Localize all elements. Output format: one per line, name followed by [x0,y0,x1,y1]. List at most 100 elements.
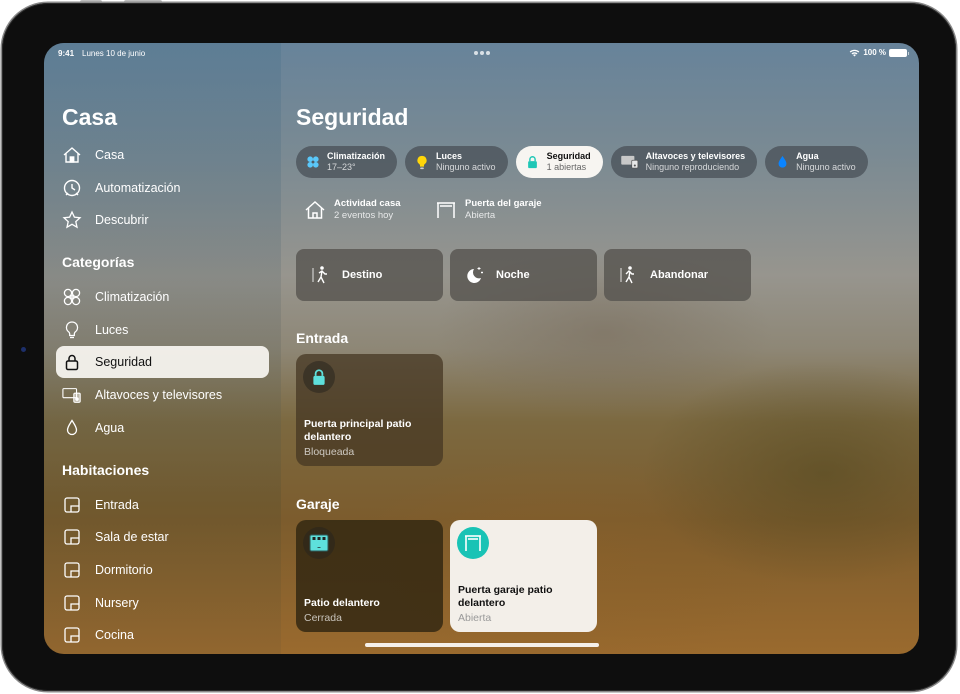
category-chips: Climatización 17–23° Luces Ninguno activo … [296,146,868,178]
tv-speaker-icon [620,154,640,170]
sidebar-item-label: Nursery [95,596,139,610]
lock-icon[interactable] [303,361,335,393]
sidebar-item-label: Luces [95,323,129,337]
tile-name: Patio delantero [304,597,380,609]
accessory-tile-patio-delantero[interactable]: Patio delantero Cerrada [296,520,443,632]
chip-climatizacion[interactable]: Climatización 17–23° [296,146,398,178]
sidebar-item-altavoces[interactable]: Altavoces y televisores [56,379,269,411]
fan-icon [305,154,321,170]
house-icon [305,200,325,219]
sidebar-item-label: Climatización [95,290,170,304]
chip-agua[interactable]: Agua Ninguno activo [765,146,868,178]
chip-status: Ninguno reproduciendo [645,162,740,172]
multitasking-dots[interactable] [474,51,490,55]
sidebar-item-cocina[interactable]: Cocina [56,619,269,651]
sidebar-item-sala-de-estar[interactable]: Sala de estar [56,521,269,553]
room-icon [61,559,83,581]
group-title-garaje: Garaje [296,496,340,512]
lock-icon [525,154,541,170]
summary-name: Actividad casa [334,198,401,209]
ipad-frame: 9:41 Lunes 10 de junio 100 % Casa Casa A… [2,3,956,691]
summary-status: 2 eventos hoy [334,210,394,221]
clock-icon [61,177,83,199]
drop-icon [774,154,790,170]
chip-status: 1 abiertas [546,162,587,172]
moon-icon [460,265,490,285]
group-title-entrada: Entrada [296,330,349,346]
sidebar-item-seguridad[interactable]: Seguridad [56,346,269,378]
scene-label: Noche [496,269,530,281]
tile-status: Abierta [458,612,492,624]
chip-name: Luces [436,151,463,161]
home-app-screen: 9:41 Lunes 10 de junio 100 % Casa Casa A… [44,43,919,654]
sidebar-item-descubrir[interactable]: Descubrir [56,204,269,236]
sidebar-item-climatizacion[interactable]: Climatización [56,281,269,313]
person-arrive-icon [306,265,336,285]
wifi-icon [850,49,860,57]
tile-status: Bloqueada [304,446,355,458]
sidebar-item-automatizacion[interactable]: Automatización [56,172,269,204]
sidebar-item-label: Automatización [95,181,181,195]
chip-altavoces[interactable]: Altavoces y televisores Ninguno reproduci… [610,146,758,178]
tv-speaker-icon [61,384,83,406]
sidebar-item-entrada[interactable]: Entrada [56,489,269,521]
home-indicator[interactable] [365,643,599,647]
sidebar-item-label: Altavoces y televisores [95,388,223,402]
summary-status: Abierta [465,210,496,221]
tile-name: Puerta garaje patio delantero [458,584,553,609]
summary-name: Puerta del garaje [465,198,542,209]
sidebar-item-label: Casa [95,148,125,162]
garage-open-icon[interactable] [457,527,489,559]
sidebar-item-casa[interactable]: Casa [56,139,269,171]
sidebar-item-nursery[interactable]: Nursery [56,587,269,619]
tile-name: Puerta principal patio delantero [304,418,412,443]
chip-name: Agua [796,151,819,161]
status-time: 9:41 [58,49,75,58]
chip-seguridad[interactable]: Seguridad 1 abiertas [515,146,603,178]
room-icon [61,592,83,614]
summary-actividad-casa[interactable]: Actividad casa 2 eventos hoy [304,198,401,222]
chip-status: Ninguno activo [796,162,856,172]
front-camera [21,347,26,352]
star-icon [61,209,83,231]
sidebar-item-agua[interactable]: Agua [56,412,269,444]
scene-abandonar[interactable]: Abandonar [604,249,751,301]
chip-name: Seguridad [546,151,591,161]
chip-luces[interactable]: Luces Ninguno activo [405,146,508,178]
house-icon [61,144,83,166]
person-leave-icon [614,265,644,285]
drop-icon [61,417,83,439]
sidebar-item-label: Agua [95,421,125,435]
lock-icon [61,351,83,373]
status-indicators: 100 % [849,48,909,57]
chip-name: Altavoces y televisores [645,151,746,161]
accessory-tile-puerta-garaje[interactable]: Puerta garaje patio delantero Abierta [450,520,597,632]
sidebar-item-luces[interactable]: Luces [56,314,269,346]
room-icon [61,624,83,646]
sidebar-title: Casa [62,104,117,130]
scene-noche[interactable]: Noche [450,249,597,301]
page-title: Seguridad [296,104,409,130]
sidebar-item-label: Sala de estar [95,530,169,544]
battery-icon [889,48,909,57]
chip-status: Ninguno activo [436,162,496,172]
battery-percent: 100 % [863,48,886,57]
room-icon [61,526,83,548]
chip-name: Climatización [327,151,386,161]
rooms-heading: Habitaciones [62,462,150,478]
scene-destino[interactable]: Destino [296,249,443,301]
sidebar-item-label: Entrada [95,498,139,512]
categories-heading: Categorías [62,254,135,270]
garage-door-icon [437,202,455,218]
scene-label: Abandonar [650,269,709,281]
summary-puerta-garaje[interactable]: Puerta del garaje Abierta [435,198,542,222]
sidebar-item-dormitorio[interactable]: Dormitorio [56,554,269,586]
scene-label: Destino [342,269,383,281]
garage-closed-icon[interactable] [303,527,335,559]
accessory-tile-puerta-principal[interactable]: Puerta principal patio delantero Bloquea… [296,354,443,466]
sidebar-item-label: Descubrir [95,213,149,227]
sidebar-item-label: Seguridad [95,355,152,369]
lightbulb-icon [414,154,430,170]
lightbulb-icon [61,319,83,341]
status-bar: 9:41 Lunes 10 de junio 100 % [44,43,919,65]
